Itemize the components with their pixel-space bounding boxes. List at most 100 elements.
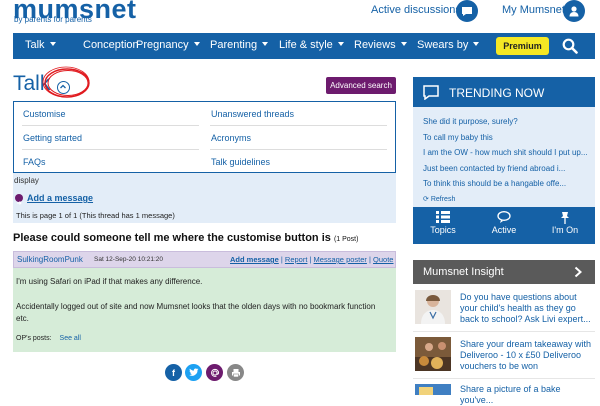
- trending-item[interactable]: To think this should be a hangable offe.…: [423, 179, 588, 188]
- trending-title: TRENDING NOW: [449, 86, 545, 100]
- list-icon: [413, 211, 473, 225]
- tab-label: Topics: [430, 225, 456, 235]
- chat-bubble-icon[interactable]: [456, 0, 478, 22]
- post-count: (1 Post): [333, 236, 359, 243]
- speech-bubble-icon: [423, 85, 439, 105]
- nav-label: Pregnancy: [136, 39, 189, 51]
- post-paragraph: I'm using Safari on iPad if that makes a…: [16, 277, 203, 286]
- ops-posts-label: OP's posts:: [16, 335, 52, 342]
- menu-item-talk-guidelines[interactable]: Talk guidelines: [211, 157, 270, 167]
- main-nav: Talk Conception Pregnancy Parenting Life…: [13, 33, 595, 59]
- insight-item[interactable]: Share your dream takeaway with Deliveroo…: [413, 335, 595, 379]
- insight-text: Share a picture of a bake you've...: [460, 384, 561, 405]
- email-icon[interactable]: [206, 364, 223, 381]
- insight-item[interactable]: Share a picture of a bake you've...: [413, 382, 595, 405]
- caret-down-icon: [262, 42, 269, 46]
- insight-item[interactable]: Do you have questions about your child's…: [413, 288, 595, 332]
- menu-item-customise[interactable]: Customise: [23, 109, 66, 119]
- add-message-link[interactable]: Add a message: [27, 193, 93, 203]
- nav-label: Parenting: [210, 39, 258, 51]
- tab-im-on[interactable]: I'm On: [535, 207, 595, 244]
- nav-item-talk[interactable]: Talk: [25, 39, 56, 51]
- nav-label: Talk: [25, 39, 45, 51]
- post-header: SulkingRoomPunk Sat 12-Sep-20 10:21:20 A…: [13, 251, 396, 268]
- post-body: I'm using Safari on iPad if that makes a…: [13, 268, 396, 352]
- trending-panel: TRENDING NOW She did it purpose, surely?…: [413, 77, 595, 244]
- chevron-right-icon: [573, 265, 583, 283]
- report-action[interactable]: Report: [285, 255, 308, 264]
- my-mumsnet-link[interactable]: My Mumsnet: [502, 4, 565, 16]
- trending-item[interactable]: Just been contacted by friend abroad i..…: [423, 164, 588, 173]
- takeaway-photo: [415, 337, 451, 371]
- premium-button[interactable]: Premium: [496, 37, 549, 55]
- twitter-icon[interactable]: [185, 364, 202, 381]
- quote-action[interactable]: Quote: [373, 255, 393, 264]
- caret-down-icon: [193, 42, 200, 46]
- red-annotation-circle: [42, 66, 90, 98]
- insight-header[interactable]: Mumsnet Insight: [413, 260, 595, 284]
- post-actions: Add message | Report | Message poster | …: [230, 255, 394, 264]
- tab-label: I'm On: [551, 225, 579, 235]
- menu-item-getting-started[interactable]: Getting started: [23, 133, 82, 143]
- thread-title-text: Please could someone tell me where the c…: [13, 232, 331, 244]
- logo-tagline: by parents for parents: [14, 15, 92, 24]
- nav-item-pregnancy[interactable]: Pregnancy: [136, 39, 200, 51]
- refresh-icon: ⟳: [423, 196, 429, 203]
- display-text: display: [14, 176, 39, 185]
- divider: [210, 125, 387, 126]
- pin-icon: [535, 211, 595, 225]
- message-poster-action[interactable]: Message poster: [314, 255, 367, 264]
- nav-item-reviews[interactable]: Reviews: [354, 39, 407, 51]
- caret-down-icon: [337, 42, 344, 46]
- menu-item-unanswered-threads[interactable]: Unanswered threads: [211, 109, 294, 119]
- divider: [22, 125, 199, 126]
- advanced-search-button[interactable]: Advanced search: [326, 77, 396, 94]
- nav-label: Conception: [83, 39, 139, 51]
- post-paragraph: Accidentally logged out of site and now …: [16, 302, 376, 323]
- nav-item-conception[interactable]: Conception: [83, 39, 139, 51]
- search-icon[interactable]: [562, 38, 578, 59]
- menu-item-faqs[interactable]: FAQs: [23, 157, 46, 167]
- divider: [210, 149, 387, 150]
- trending-tabs: Topics Active I'm On: [413, 207, 595, 244]
- thread-info-panel: display Add a message This is page 1 of …: [13, 173, 396, 223]
- bake-photo: [415, 384, 451, 395]
- ops-posts: OP's posts: See all: [16, 335, 81, 342]
- tab-active[interactable]: Active: [474, 207, 534, 244]
- nav-label: Reviews: [354, 39, 396, 51]
- user-icon[interactable]: [563, 0, 585, 22]
- caret-down-icon: [473, 42, 480, 46]
- active-discussions-link[interactable]: Active discussions: [371, 4, 461, 16]
- add-message-action[interactable]: Add message: [230, 255, 279, 264]
- trending-item[interactable]: I am the OW - how much shit should I put…: [423, 148, 588, 157]
- caret-down-icon: [400, 42, 407, 46]
- nav-item-swears-by[interactable]: Swears by: [417, 39, 480, 51]
- nav-label: Life & style: [279, 39, 333, 51]
- nav-item-life-style[interactable]: Life & style: [279, 39, 344, 51]
- print-icon[interactable]: [227, 364, 244, 381]
- insight-title: Mumsnet Insight: [423, 266, 504, 278]
- nav-item-parenting[interactable]: Parenting: [210, 39, 269, 51]
- caret-down-icon: [49, 42, 56, 46]
- divider: [22, 149, 199, 150]
- arrow-right-icon: [15, 194, 23, 205]
- chat-icon: [474, 211, 534, 225]
- page-info: This is page 1 of 1 (This thread has 1 m…: [16, 211, 175, 220]
- nav-label: Swears by: [417, 39, 469, 51]
- site-header: mumsnet by parents for parents Active di…: [0, 0, 600, 32]
- trending-item[interactable]: To call my baby this: [423, 133, 588, 142]
- post-date: Sat 12-Sep-20 10:21:20: [94, 256, 164, 263]
- doctor-photo: [415, 290, 451, 324]
- tab-topics[interactable]: Topics: [413, 207, 473, 244]
- insight-text: Do you have questions about your child's…: [460, 292, 591, 324]
- tab-label: Active: [491, 225, 517, 235]
- facebook-icon[interactable]: f: [165, 364, 182, 381]
- menu-item-acronyms[interactable]: Acronyms: [211, 133, 251, 143]
- talk-dropdown-menu: Customise Unanswered threads Getting sta…: [13, 101, 396, 173]
- trending-item[interactable]: She did it purpose, surely?: [423, 117, 588, 126]
- insight-text: Share your dream takeaway with Deliveroo…: [460, 339, 592, 371]
- poster-name[interactable]: SulkingRoomPunk: [17, 255, 83, 264]
- see-all-link[interactable]: See all: [60, 335, 81, 342]
- thread-title: Please could someone tell me where the c…: [13, 232, 358, 244]
- refresh-button[interactable]: ⟳ Refresh: [423, 195, 455, 203]
